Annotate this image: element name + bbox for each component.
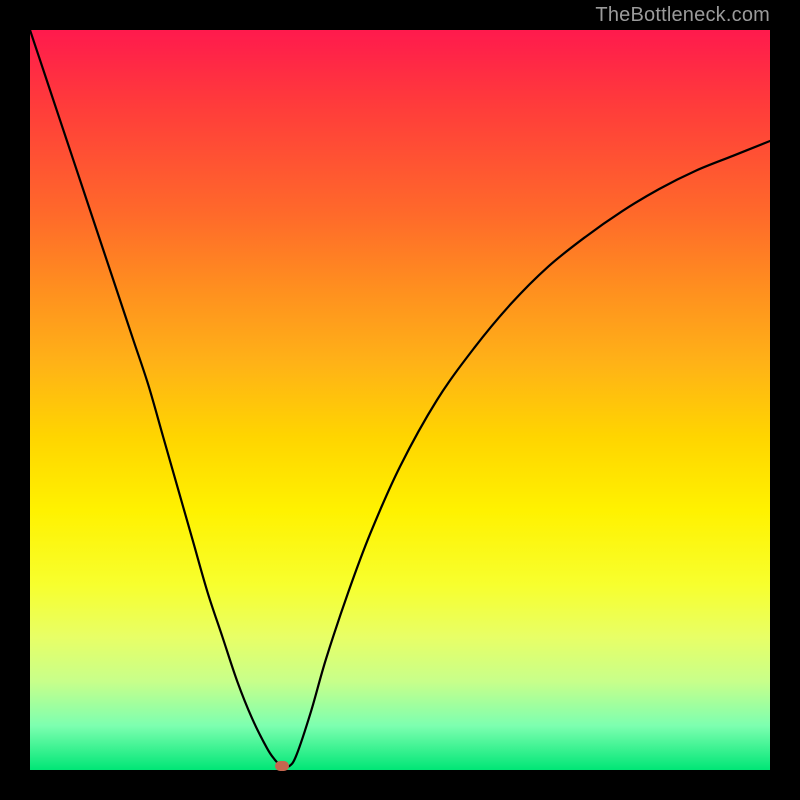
chart-frame: TheBottleneck.com bbox=[0, 0, 800, 800]
bottleneck-curve bbox=[30, 30, 770, 770]
optimum-marker bbox=[275, 761, 289, 771]
plot-area bbox=[30, 30, 770, 770]
watermark-text: TheBottleneck.com bbox=[595, 4, 770, 27]
